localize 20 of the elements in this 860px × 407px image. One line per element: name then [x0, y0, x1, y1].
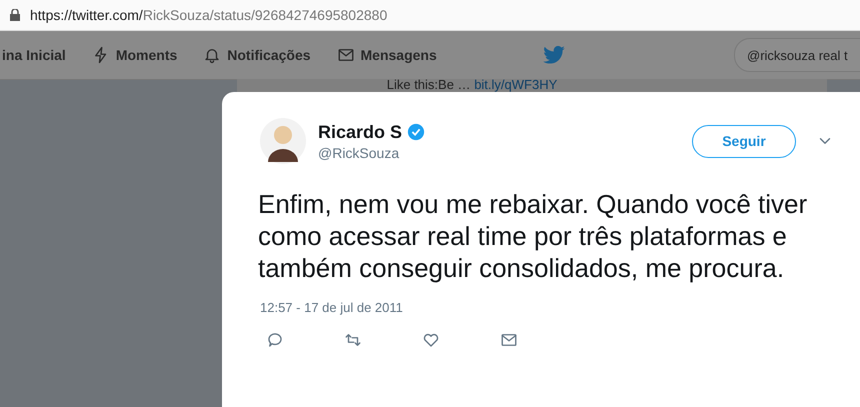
nav-item[interactable]: Notificações	[203, 46, 311, 64]
like-icon[interactable]	[422, 331, 440, 349]
timestamp: 12:57 - 17 de jul de 2011	[260, 300, 404, 315]
tweet-text: Like this:Be … bit.ly/qWF3HY	[386, 79, 558, 91]
retweet-icon[interactable]	[344, 331, 362, 349]
nav-item[interactable]: Mensagens	[336, 46, 437, 64]
follow-button[interactable]: Seguir	[692, 124, 796, 158]
nav-item[interactable]: Moments	[92, 46, 178, 64]
search-field[interactable]: @ricksouza real t	[734, 38, 860, 72]
notifications-icon	[203, 46, 222, 64]
nav-item[interactable]: ina Inicial	[2, 47, 66, 63]
tweet-text: Enfim, nem vou me rebaixar. Quando você tiver como acessar real time por três plataformas e também conseguir consolidados, me procura.	[258, 188, 808, 284]
user-name[interactable]: Ricardo S	[318, 122, 402, 142]
lock-icon	[10, 9, 20, 21]
link[interactable]: bit.ly/qWF3HY	[474, 77, 558, 92]
reply-icon[interactable]	[266, 331, 284, 349]
user-handle[interactable]: @RickSouza	[318, 144, 426, 160]
avatar	[260, 118, 306, 164]
mail-icon	[336, 46, 355, 64]
mail-icon[interactable]	[500, 331, 518, 349]
